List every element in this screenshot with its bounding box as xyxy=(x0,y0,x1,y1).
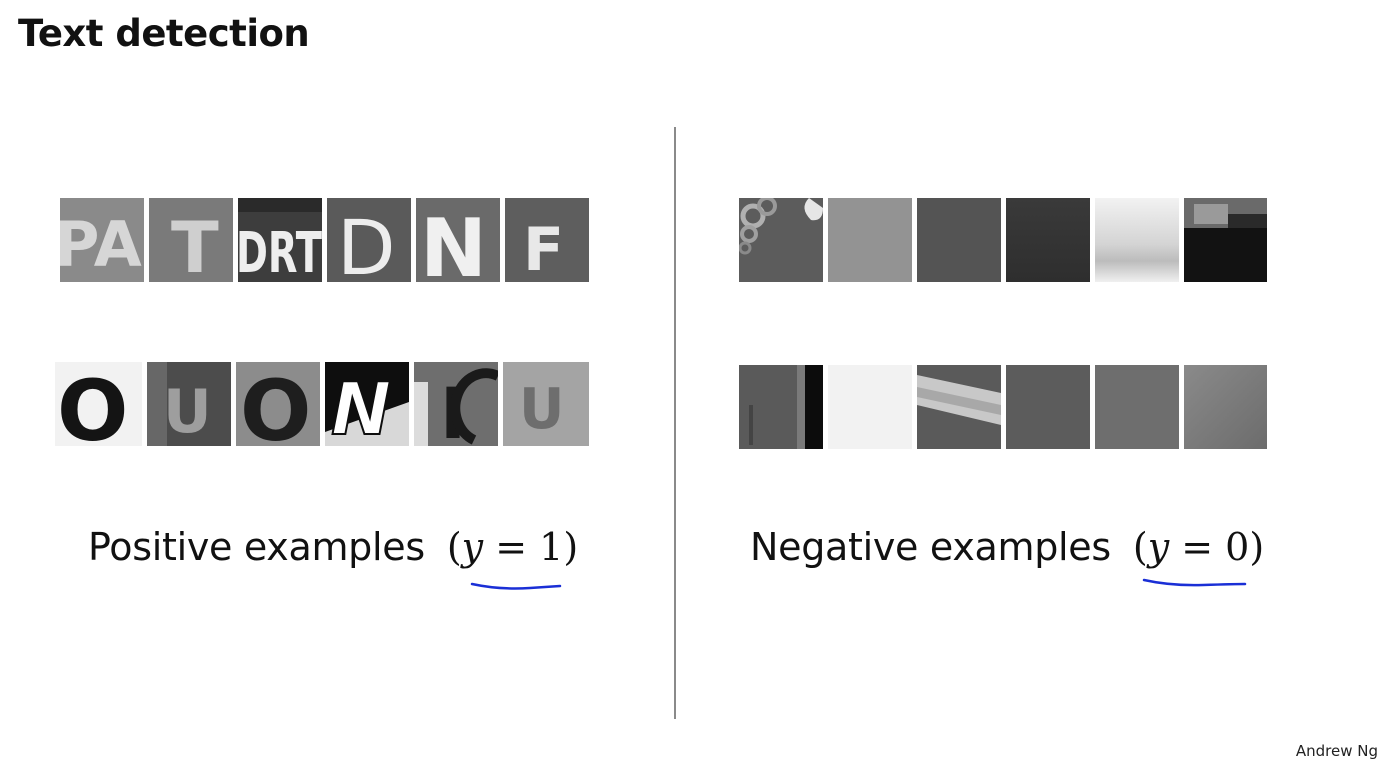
positive-row-2: O U O N I U xyxy=(55,362,590,446)
negative-underline xyxy=(1142,578,1247,587)
positive-tile-12: U xyxy=(503,362,589,446)
negative-row-2 xyxy=(739,365,1267,449)
positive-tile-12-letter: U xyxy=(519,377,564,442)
positive-tile-9-letter: O xyxy=(240,362,311,446)
positive-caption: Positive examples (y = 1) xyxy=(88,525,578,569)
negative-tile-12 xyxy=(1184,365,1267,449)
negative-tile-5 xyxy=(1095,198,1179,282)
positive-tile-1-letters: PA xyxy=(60,208,142,281)
negative-tile-10 xyxy=(1006,365,1090,449)
negative-caption: Negative examples (y = 0) xyxy=(750,525,1264,569)
negative-tile-3 xyxy=(917,198,1001,282)
negative-tile-7 xyxy=(739,365,823,449)
slide-title: Text detection xyxy=(18,12,310,55)
positive-tile-7: O xyxy=(55,362,142,446)
negative-tile-1 xyxy=(739,198,823,282)
positive-tile-4: D xyxy=(327,198,411,282)
positive-tile-8-letter: U xyxy=(163,377,212,446)
negative-tile-4 xyxy=(1006,198,1090,282)
positive-tile-9: O xyxy=(236,362,320,446)
positive-underline xyxy=(470,582,562,590)
positive-tile-6-letter: F xyxy=(523,215,564,282)
positive-tile-8: U xyxy=(147,362,231,446)
positive-tile-5: N xyxy=(416,198,500,282)
positive-tile-11: I xyxy=(414,362,498,446)
positive-tile-6: F xyxy=(505,198,589,282)
negative-tile-11 xyxy=(1095,365,1179,449)
positive-label: Positive examples xyxy=(88,525,425,569)
positive-math: (y = 1) xyxy=(446,525,579,569)
positive-tile-3: DRT xyxy=(238,198,322,282)
negative-tile-9 xyxy=(917,365,1001,449)
negative-tile-2 xyxy=(828,198,912,282)
negative-tile-8 xyxy=(828,365,912,449)
positive-tile-10: N xyxy=(325,362,409,446)
positive-tile-10-letter: N xyxy=(331,367,391,446)
positive-tile-5-letter: N xyxy=(420,202,487,282)
positive-row-1: PA T DRT D N F xyxy=(60,198,590,282)
positive-tile-2: T xyxy=(149,198,233,282)
negative-row-1 xyxy=(739,198,1267,282)
positive-tile-4-letter: D xyxy=(337,203,396,282)
positive-tile-2-letter: T xyxy=(171,207,219,282)
author-credit: Andrew Ng xyxy=(1295,742,1378,760)
positive-tile-3-letters: DRT xyxy=(238,221,322,282)
positive-tile-7-letter: O xyxy=(57,362,128,446)
center-divider xyxy=(674,127,676,719)
negative-tile-6 xyxy=(1184,198,1267,282)
positive-tile-1: PA xyxy=(60,198,144,282)
negative-label: Negative examples xyxy=(750,525,1111,569)
negative-math: (y = 0) xyxy=(1132,525,1265,569)
